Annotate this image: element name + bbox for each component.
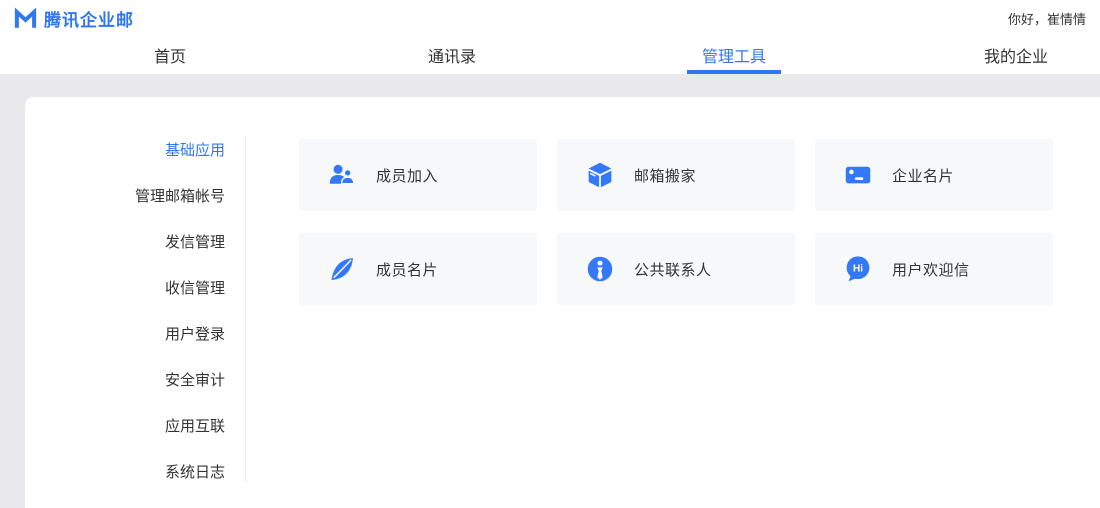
public-contacts-icon (586, 255, 614, 283)
tab-admin-tools[interactable]: 管理工具 (593, 36, 875, 74)
tab-label: 我的企业 (984, 43, 1048, 67)
sidebar-item-manage-accounts[interactable]: 管理邮箱帐号 (25, 174, 225, 220)
sidebar-item-user-login[interactable]: 用户登录 (25, 312, 225, 358)
sidebar-item-security-audit[interactable]: 安全审计 (25, 358, 225, 404)
welcome-badge-text: Hi (853, 263, 863, 274)
tab-home[interactable]: 首页 (29, 36, 311, 74)
card-welcome-letter[interactable]: Hi 用户欢迎信 (815, 233, 1053, 305)
page-background: 基础应用 管理邮箱帐号 发信管理 收信管理 用户登录 安全审计 应用互联 系统日… (0, 74, 1100, 508)
content-panel: 基础应用 管理邮箱帐号 发信管理 收信管理 用户登录 安全审计 应用互联 系统日… (25, 97, 1100, 508)
card-label: 用户欢迎信 (892, 259, 970, 280)
sidebar-item-app-connect[interactable]: 应用互联 (25, 404, 225, 450)
top-header: 腾讯企业邮 你好，崔情情 (0, 0, 1100, 36)
card-label: 企业名片 (892, 165, 954, 186)
member-card-icon (328, 255, 356, 283)
tab-contacts[interactable]: 通讯录 (311, 36, 593, 74)
card-label: 公共联系人 (634, 259, 712, 280)
tools-grid: 成员加入 邮箱搬家 (299, 139, 1053, 305)
user-greeting: 你好，崔情情 (1008, 0, 1086, 36)
company-card-icon (844, 161, 872, 189)
sidebar-item-send-mgmt[interactable]: 发信管理 (25, 220, 225, 266)
welcome-letter-icon: Hi (844, 255, 872, 283)
tab-my-company[interactable]: 我的企业 (875, 36, 1100, 74)
exmail-logo-icon (14, 7, 37, 30)
main-nav: 首页 通讯录 管理工具 我的企业 (0, 36, 1100, 74)
sidebar-item-system-log[interactable]: 系统日志 (25, 450, 225, 496)
mailbox-move-icon (586, 161, 614, 189)
tab-label: 通讯录 (428, 43, 476, 67)
app-window: 腾讯企业邮 你好，崔情情 首页 通讯录 管理工具 我的企业 基础应用 管理邮箱帐… (0, 0, 1100, 508)
sidebar-divider (245, 135, 246, 482)
exmail-logo[interactable]: 腾讯企业邮 (14, 0, 134, 36)
card-label: 邮箱搬家 (634, 165, 696, 186)
card-label: 成员名片 (376, 259, 438, 280)
card-mailbox-move[interactable]: 邮箱搬家 (557, 139, 795, 211)
sidebar: 基础应用 管理邮箱帐号 发信管理 收信管理 用户登录 安全审计 应用互联 系统日… (25, 128, 225, 496)
sidebar-item-receive-mgmt[interactable]: 收信管理 (25, 266, 225, 312)
sidebar-item-basic-apps[interactable]: 基础应用 (25, 128, 225, 174)
card-public-contacts[interactable]: 公共联系人 (557, 233, 795, 305)
tab-label: 管理工具 (702, 43, 766, 67)
logo-text: 腾讯企业邮 (44, 6, 134, 31)
tab-label: 首页 (154, 43, 186, 67)
card-member-join[interactable]: 成员加入 (299, 139, 537, 211)
members-join-icon (328, 161, 356, 189)
card-member-card[interactable]: 成员名片 (299, 233, 537, 305)
card-label: 成员加入 (376, 165, 438, 186)
card-company-card[interactable]: 企业名片 (815, 139, 1053, 211)
